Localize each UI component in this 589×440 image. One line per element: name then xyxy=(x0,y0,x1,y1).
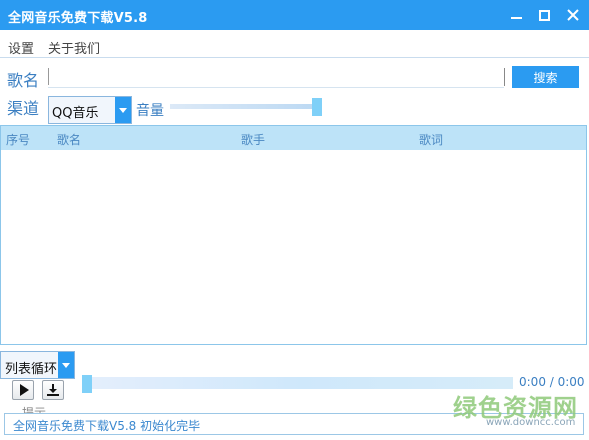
text-caret xyxy=(48,68,49,85)
volume-slider-thumb[interactable] xyxy=(312,98,322,116)
search-button[interactable]: 搜索 xyxy=(512,66,579,88)
song-name-label: 歌名 xyxy=(7,71,40,90)
column-header-index[interactable]: 序号 xyxy=(6,131,30,148)
column-header-song[interactable]: 歌名 xyxy=(57,131,81,148)
title-bar: 全网音乐免费下载V5.8 xyxy=(0,0,589,30)
close-icon xyxy=(567,9,579,21)
song-name-input[interactable] xyxy=(48,66,504,88)
download-button[interactable] xyxy=(42,380,64,400)
window-title: 全网音乐免费下载V5.8 xyxy=(8,11,148,26)
download-icon xyxy=(47,384,59,396)
menu-item-settings[interactable]: 设置 xyxy=(8,38,34,57)
progress-slider-track[interactable] xyxy=(88,377,513,389)
volume-label: 音量 xyxy=(136,103,164,119)
status-text: 全网音乐免费下载V5.8 初始化完毕 xyxy=(13,419,201,433)
menu-bar: 设置 关于我们 xyxy=(0,32,589,58)
channel-label: 渠道 xyxy=(7,99,40,118)
minimize-button[interactable] xyxy=(506,5,526,25)
minimize-icon xyxy=(510,17,522,19)
song-list-header: 序号 歌名 歌手 歌词 xyxy=(1,126,586,150)
play-icon xyxy=(19,384,29,396)
channel-select[interactable]: QQ音乐 xyxy=(48,96,132,124)
play-mode-dropdown-button[interactable] xyxy=(58,352,74,378)
play-mode-selected-value: 列表循环 xyxy=(5,362,58,377)
column-header-lyrics[interactable]: 歌词 xyxy=(419,131,443,148)
song-list[interactable]: 序号 歌名 歌手 歌词 xyxy=(0,125,587,345)
play-button[interactable] xyxy=(12,380,34,400)
channel-selected-value: QQ音乐 xyxy=(52,106,99,121)
chevron-down-icon xyxy=(119,107,127,113)
time-display: 0:00 / 0:00 xyxy=(519,375,585,389)
chevron-down-icon xyxy=(62,362,70,368)
column-header-singer[interactable]: 歌手 xyxy=(241,131,265,148)
watermark-url: www.downcc.com xyxy=(486,417,576,428)
play-mode-select[interactable]: 列表循环 xyxy=(0,351,75,379)
close-button[interactable] xyxy=(563,5,583,25)
divider xyxy=(504,68,505,86)
channel-dropdown-button[interactable] xyxy=(115,97,131,123)
progress-slider-thumb[interactable] xyxy=(82,375,92,393)
maximize-icon xyxy=(538,9,550,21)
volume-slider-track[interactable] xyxy=(170,104,318,109)
maximize-button[interactable] xyxy=(534,5,554,25)
menu-item-about[interactable]: 关于我们 xyxy=(48,38,100,57)
